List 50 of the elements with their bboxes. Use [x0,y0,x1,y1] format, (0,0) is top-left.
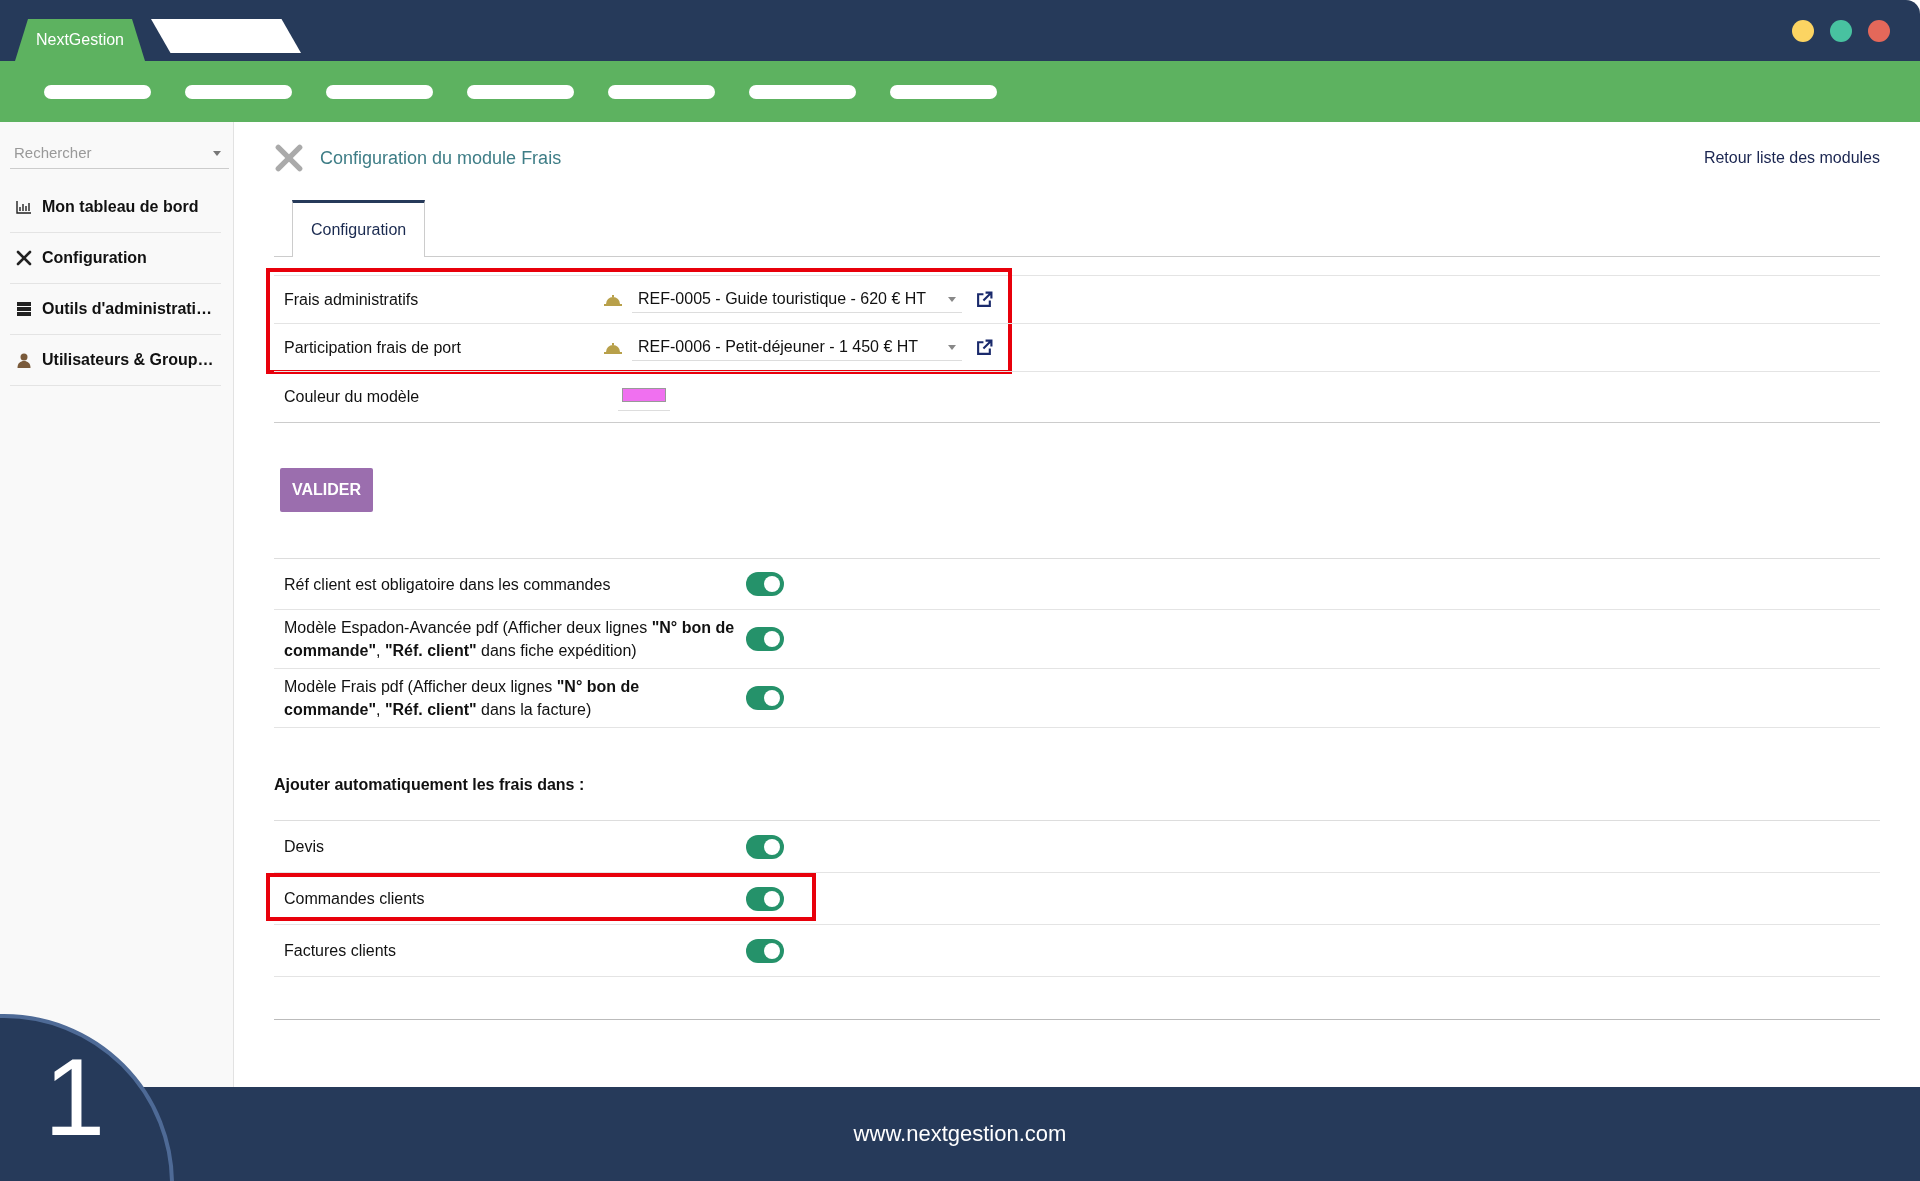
back-link[interactable]: Retour liste des modules [1703,149,1880,167]
page-title: Configuration du module Frais [320,147,562,169]
server-icon [16,301,32,317]
toggle-switch[interactable] [746,886,784,911]
toggle-switch[interactable] [746,834,784,859]
tab[interactable]: Configuration [292,200,426,257]
window-control-dot[interactable] [1868,19,1890,42]
menu-placeholder-bar[interactable] [44,84,151,99]
caret-icon [948,296,956,302]
option-label: Commandes clients [284,889,426,909]
menu-placeholder-bar[interactable] [326,84,433,99]
section-heading: Ajouter automatiquement les frais dans : [274,776,586,794]
option-label: Modèle Espadon-Avancée pdf (Afficher deux lignes "N° bon de commande", "Réf. client" dans fiche expédition) [284,618,736,661]
option-label: Factures clients [284,941,398,961]
menu-placeholder-bar[interactable] [467,84,574,99]
caret-icon [213,150,221,156]
field-label: Couleur du modèle [284,388,421,406]
tools-icon [274,143,304,173]
window-control-dot[interactable] [1830,19,1852,42]
product-select[interactable]: REF-0006 - Petit-déjeuner - 1 450 € HT [632,334,962,361]
menu-placeholder-bar[interactable] [890,84,997,99]
bell-icon [604,293,622,306]
sidebar-item[interactable]: Mon tableau de bord [10,182,221,233]
toggle-switch[interactable] [746,572,784,596]
search-field[interactable]: Rechercher [10,137,229,169]
sidebar-item[interactable]: Configuration [10,233,221,284]
toggle-switch[interactable] [746,627,784,651]
menu-placeholder-bar[interactable] [749,84,856,99]
window-control-dot[interactable] [1792,19,1814,42]
menu-placeholder-bar[interactable] [608,84,715,99]
external-link-icon[interactable] [976,291,993,308]
bell-icon [604,341,622,354]
footer-url: www.nextgestion.com [853,1121,1067,1147]
option-label: Réf client est obligatoire dans les commandes [284,574,612,595]
external-link-icon[interactable] [976,339,993,356]
sidebar-item[interactable]: Outils d'administrati… [10,284,221,335]
menu-placeholder-bar[interactable] [185,84,292,99]
toggle-switch[interactable] [746,938,784,963]
field-label: Frais administratifs [284,290,420,309]
caret-icon [948,344,956,350]
submit-button[interactable]: VALIDER [280,468,374,512]
bar-chart-icon [16,199,32,215]
toggle-switch[interactable] [746,686,784,710]
option-label: Modèle Frais pdf (Afficher deux lignes "N° bon de commande", "Réf. client" dans la facture) [284,677,641,720]
product-select[interactable]: REF-0005 - Guide touristique - 620 € HT [632,286,962,313]
user-icon [16,352,32,368]
sidebar-item[interactable]: Utilisateurs & Group… [10,335,221,386]
option-label: Devis [284,837,325,857]
field-label: Participation frais de port [284,338,462,357]
tools-icon [16,250,32,266]
